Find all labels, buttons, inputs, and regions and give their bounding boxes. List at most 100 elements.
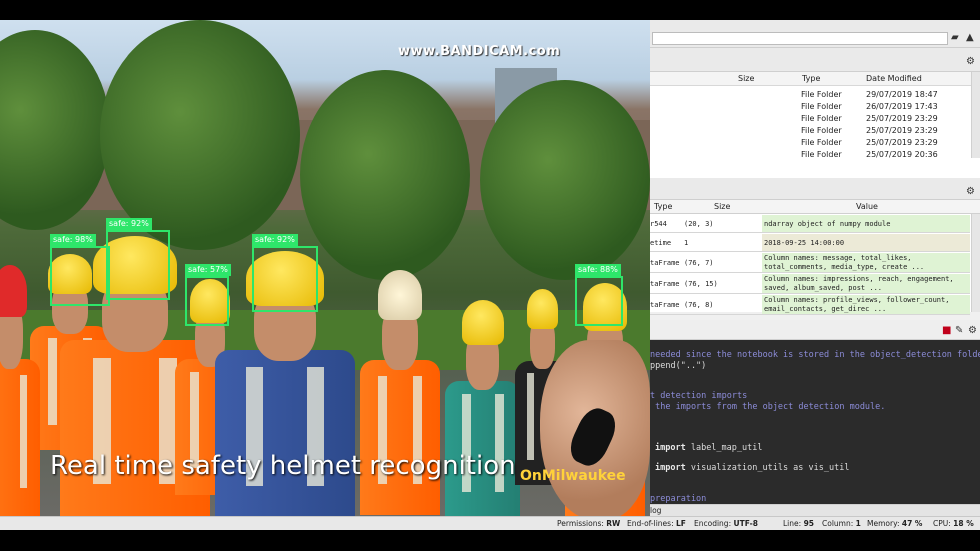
variable-value: 2018-09-25 14:00:00	[764, 239, 845, 247]
worker	[0, 260, 40, 516]
file-type: File Folder	[801, 126, 842, 135]
edit-icon[interactable]: ✎	[955, 325, 963, 337]
code-line: import label_map_util	[655, 443, 762, 454]
gear-icon[interactable]: ⚙	[966, 56, 975, 68]
detection-label: safe: 57%	[185, 264, 231, 276]
column-header-type[interactable]: Type	[654, 200, 672, 214]
variable-value: Column names: profile_views, follower_co…	[764, 296, 950, 304]
file-explorer-scrollbar[interactable]	[971, 72, 980, 158]
code-line: t detection imports	[650, 391, 748, 401]
variable-explorer: Type Size Value r544 (20, 3) ndarray obj…	[650, 200, 980, 315]
column-status: Column: 1	[822, 519, 861, 528]
column-header-size[interactable]: Size	[714, 200, 730, 214]
code-keyword: import	[655, 463, 686, 473]
file-explorer: Size Type Date Modified File Folder 29/07…	[650, 72, 980, 180]
up-arrow-icon[interactable]: ▲	[966, 32, 974, 44]
variable-name: etime	[650, 239, 672, 247]
code-line: the imports from the object detection mo…	[650, 402, 886, 412]
column-header-size[interactable]: Size	[738, 72, 754, 86]
variable-size: (76, 7)	[684, 259, 714, 267]
variable-value: Column names: impressions, reach, engage…	[764, 275, 954, 283]
recording-watermark: www.BANDICAM.com	[398, 44, 561, 59]
broadcaster-logo: OnMilwaukee	[520, 468, 626, 484]
file-type: File Folder	[801, 150, 842, 158]
variable-row[interactable]: etime 1 2018-09-25 14:00:00	[650, 234, 970, 252]
detection-box	[252, 246, 318, 312]
file-type: File Folder	[801, 138, 842, 147]
column-header-type[interactable]: Type	[802, 72, 820, 86]
detection-label: safe: 92%	[252, 234, 298, 246]
variable-name: r544	[650, 220, 667, 228]
open-folder-icon[interactable]: ▰	[951, 32, 959, 44]
variable-row[interactable]: taFrame (76, 8) Column names: profile_vi…	[650, 295, 970, 315]
file-row[interactable]: File Folder 29/07/2019 18:47	[650, 89, 970, 101]
file-date: 26/07/2019 17:43	[866, 102, 938, 111]
path-combobox[interactable]	[652, 32, 948, 45]
file-explorer-header: Size Type Date Modified	[650, 72, 980, 86]
variable-value: Column names: message, total_likes,	[764, 254, 912, 262]
variable-row[interactable]: r544 (20, 3) ndarray object of numpy mod…	[650, 215, 970, 233]
code-text: label_map_util	[685, 443, 763, 453]
gear-icon[interactable]: ⚙	[968, 325, 977, 337]
file-type: File Folder	[801, 90, 842, 99]
variable-value-continued: total_comments, media_type, create ...	[764, 263, 925, 271]
file-date: 25/07/2019 23:29	[866, 114, 938, 123]
variable-row[interactable]: taFrame (76, 7) Column names: message, t…	[650, 253, 970, 273]
worker	[445, 295, 520, 516]
memory-status: Memory: 47 %	[867, 519, 923, 528]
code-text: visualization_utils as vis_util	[685, 463, 850, 473]
gear-icon[interactable]: ⚙	[966, 186, 975, 198]
variable-row[interactable]: taFrame (76, 15) Column names: impressio…	[650, 274, 970, 294]
code-editor[interactable]: needed since the notebook is stored in t…	[650, 340, 980, 504]
file-date: 25/07/2019 20:36	[866, 150, 938, 158]
variable-value: ndarray object of numpy module	[764, 220, 891, 228]
encoding-status: Encoding: UTF-8	[694, 519, 758, 528]
variable-size: 1	[684, 239, 689, 247]
video-frame: safe: 98% safe: 92% safe: 57% safe: 92% …	[0, 20, 650, 516]
variable-name: taFrame	[650, 280, 680, 288]
tree	[480, 80, 650, 280]
panel-tabs: log	[650, 504, 980, 516]
code-line: ppend("..")	[650, 361, 707, 371]
file-date: 29/07/2019 18:47	[866, 90, 938, 99]
code-line: import visualization_utils as vis_util	[655, 463, 849, 474]
variable-size: (20, 3)	[684, 220, 714, 228]
variable-explorer-header: Type Size Value	[650, 200, 980, 214]
file-row[interactable]: File Folder 25/07/2019 23:29	[650, 113, 970, 125]
code-line: preparation	[650, 494, 707, 504]
detection-label: safe: 92%	[106, 218, 152, 230]
eol-status: End-of-lines: LF	[627, 519, 686, 528]
tree	[100, 20, 300, 250]
permissions-status: Permissions: RW	[557, 519, 621, 528]
detection-box	[106, 230, 170, 300]
ide-window: ▰ ▲ ⚙ Size Type Date Modified File Folde…	[650, 20, 980, 516]
file-row[interactable]: File Folder 26/07/2019 17:43	[650, 101, 970, 113]
column-header-date[interactable]: Date Modified	[866, 72, 922, 86]
file-row[interactable]: File Folder 25/07/2019 20:36	[650, 149, 970, 158]
variable-name: taFrame	[650, 301, 680, 309]
file-date: 25/07/2019 23:29	[866, 138, 938, 147]
variable-explorer-scrollbar[interactable]	[971, 214, 980, 312]
log-tab[interactable]: log	[650, 505, 661, 516]
cpu-status: CPU: 18 %	[933, 519, 974, 528]
detection-box	[185, 276, 229, 326]
detection-box	[50, 246, 110, 306]
file-row[interactable]: File Folder 25/07/2019 23:29	[650, 137, 970, 149]
file-type: File Folder	[801, 102, 842, 111]
file-date: 25/07/2019 23:29	[866, 126, 938, 135]
detection-box	[575, 276, 623, 326]
editor-toolbar: ■ ✎ ⚙	[650, 320, 980, 340]
variable-size: (76, 8)	[684, 301, 714, 309]
file-row[interactable]: File Folder 25/07/2019 23:29	[650, 125, 970, 137]
variable-size: (76, 15)	[684, 280, 718, 288]
variable-name: taFrame	[650, 259, 680, 267]
code-keyword: import	[655, 443, 686, 453]
column-header-value[interactable]: Value	[856, 200, 878, 214]
stop-icon[interactable]: ■	[942, 325, 951, 337]
line-status: Line: 95	[783, 519, 814, 528]
detection-label: safe: 88%	[575, 264, 621, 276]
video-caption: Real time safety helmet recognition	[50, 451, 516, 481]
status-bar: Permissions: RW End-of-lines: LF Encodin…	[0, 516, 980, 530]
file-type: File Folder	[801, 114, 842, 123]
file-toolbar: ▰ ▲	[650, 20, 980, 48]
